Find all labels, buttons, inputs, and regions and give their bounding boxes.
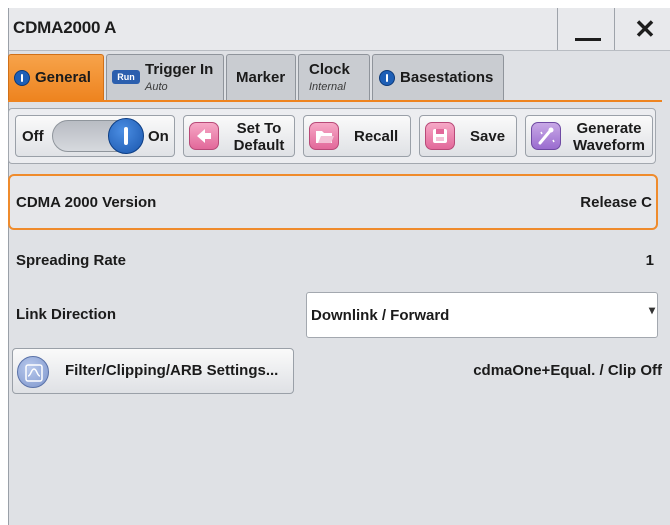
spreading-rate-value: 1	[645, 252, 654, 269]
wand-icon	[531, 122, 561, 150]
filter-status-text: cdmaOne+Equal. / Clip Off	[473, 362, 662, 379]
info-icon	[379, 70, 395, 86]
tab-label: General	[35, 69, 91, 86]
toggle-on-label: On	[148, 128, 169, 145]
tab-label: Trigger In	[145, 61, 214, 78]
filter-icon	[17, 356, 49, 388]
dropdown-arrow-icon: ▾	[648, 303, 655, 317]
generate-label-2: Waveform	[573, 137, 645, 154]
toggle-knob-icon[interactable]	[108, 118, 144, 154]
run-icon: Run	[112, 70, 140, 84]
generate-label-1: Generate	[576, 120, 642, 137]
spreading-rate-row: Spreading Rate 1	[8, 250, 658, 272]
tab-label: Clock	[309, 61, 350, 78]
title-separator	[614, 8, 615, 50]
recall-button[interactable]: Recall	[303, 115, 411, 157]
link-direction-select[interactable]: Downlink / Forward ▾	[306, 292, 658, 338]
link-direction-row: Link Direction Downlink / Forward ▾	[8, 292, 658, 338]
set-to-default-button[interactable]: Set To Default	[183, 115, 295, 157]
tab-general[interactable]: General	[8, 54, 104, 100]
info-icon	[14, 70, 30, 86]
save-icon	[425, 122, 455, 150]
tab-bar: General Run Trigger In Auto Marker Clock…	[8, 54, 662, 102]
link-direction-value: Downlink / Forward	[311, 307, 450, 324]
filter-clipping-arb-button[interactable]: Filter/Clipping/ARB Settings...	[12, 348, 294, 394]
tab-underline	[8, 100, 662, 102]
tab-basestations[interactable]: Basestations	[372, 54, 504, 100]
tab-label: Basestations	[400, 69, 494, 86]
tab-label: Marker	[236, 69, 286, 86]
tab-clock[interactable]: Clock Internal	[298, 54, 370, 100]
tab-sublabel: Auto	[145, 81, 168, 93]
save-label: Save	[470, 128, 506, 145]
set-to-default-label-1: Set To	[236, 120, 282, 137]
recall-label: Recall	[354, 128, 399, 145]
action-toolbar: Off On Set To Default Recall Save Genera…	[8, 108, 656, 164]
spreading-rate-label: Spreading Rate	[16, 252, 127, 269]
title-separator	[557, 8, 558, 50]
link-direction-label: Link Direction	[16, 306, 117, 323]
close-icon[interactable]: ✕	[629, 14, 661, 44]
generate-waveform-button[interactable]: Generate Waveform	[525, 115, 653, 157]
version-value[interactable]: Release C	[580, 194, 652, 211]
state-toggle[interactable]: Off On	[15, 115, 175, 157]
save-button[interactable]: Save	[419, 115, 517, 157]
folder-icon	[309, 122, 339, 150]
window-title: CDMA2000 A	[13, 18, 117, 37]
filter-button-label: Filter/Clipping/ARB Settings...	[65, 362, 279, 379]
arrow-left-icon	[189, 122, 219, 150]
minimize-icon[interactable]	[571, 14, 605, 44]
tab-trigger-in[interactable]: Run Trigger In Auto	[106, 54, 224, 100]
version-row[interactable]: CDMA 2000 Version Release C	[8, 174, 658, 230]
set-to-default-label-2: Default	[233, 137, 285, 154]
toggle-off-label: Off	[22, 128, 44, 145]
tab-marker[interactable]: Marker	[226, 54, 296, 100]
title-bar: CDMA2000 A ✕	[9, 8, 670, 51]
version-label: CDMA 2000 Version	[16, 194, 157, 211]
tab-sublabel: Internal	[309, 81, 346, 93]
